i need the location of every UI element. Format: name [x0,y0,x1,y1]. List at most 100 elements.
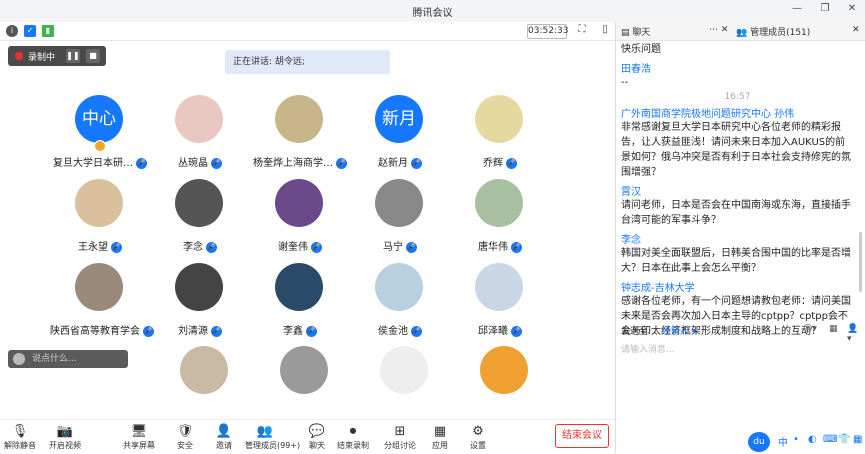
end-meeting-button[interactable]: 结束会议 [555,424,609,448]
toolbar-label: 结束录制 [337,441,369,450]
participant-tile[interactable]: 新月 赵新月 🎤 [350,95,450,175]
pause-recording-button[interactable]: ❚❚ [66,49,80,63]
window-title: 腾讯会议 [412,8,453,19]
participant-name: 复旦大学日本研… 🎤 [50,154,150,169]
chat-more-icon[interactable]: ⋯ ✕ [709,25,728,35]
participant-tile-partial[interactable] [255,346,355,419]
toolbar-button[interactable]: 🖥 共享屏幕 [119,424,159,451]
restore-icon[interactable]: ❐ [818,3,832,15]
toolbar-button[interactable]: ⏺ 结束录制 [333,424,373,451]
tab-members[interactable]: 👥 管理成员(151) [736,25,810,38]
participant-tile[interactable]: 邱泽曦 🎤 [450,263,550,343]
chat-scrollbar[interactable] [859,232,862,292]
message-sender[interactable]: 田春浩 [621,60,854,75]
info-icon[interactable]: i [6,25,18,37]
mic-icon: 🎤 [411,157,422,169]
mic-icon: 🎤 [511,325,522,337]
side-tabs: ▤ 聊天 ⋯ ✕ 👥 管理成员(151) ✕ [616,22,865,41]
participant-name-text: 杨奎烨上海商学… [253,158,333,169]
participant-tile[interactable]: 李鑫 🎤 [250,263,350,343]
send-to-select[interactable]: 所有人 ▾ [662,327,696,337]
participant-tile[interactable]: 丛琬晶 🎤 [150,95,250,175]
participant-tile[interactable]: 侯金池 🎤 [350,263,450,343]
ime-item-icon[interactable]: • [793,434,799,445]
toolbar-button[interactable]: ⊞ 分组讨论 [380,424,420,451]
toolbar-button[interactable]: 💬 聊天 [297,424,337,451]
toolbar-button[interactable]: 🎙 解除静音 [0,424,40,451]
toolbar-label: 解除静音 [4,441,36,450]
participant-name: 唐华伟 🎤 [450,238,550,253]
chat-input[interactable]: 请输入消息... [621,342,861,355]
participant-name: 李念 🎤 [150,238,250,253]
participant-tile[interactable]: 陕西省高等教育学会 🎤 [50,263,154,343]
layout-icon[interactable]: ▯ [598,24,612,36]
toolbar-button[interactable]: 👥 管理成员(99+) [245,424,300,451]
toolbar-icon: 🎙 [11,424,29,439]
ime-item-icon[interactable]: ◐ [808,434,817,445]
mic-icon: 🎤 [311,241,322,253]
ime-item-icon[interactable]: ▦ [853,434,862,445]
members-close-icon[interactable]: ✕ [852,25,860,35]
shield-icon[interactable]: ✓ [24,25,36,37]
toolbar-label: 安全 [177,441,193,450]
participant-tile[interactable]: 杨奎烨上海商学… 🎤 [250,95,350,175]
toolbar-button[interactable]: 🛡 安全 [165,424,205,451]
participant-tile[interactable]: 乔辉 🎤 [450,95,550,175]
mic-icon: 🎤 [136,157,147,169]
minimize-icon[interactable]: — [790,3,804,15]
participant-name: 陕西省高等教育学会 🎤 [50,322,154,337]
participant-tile[interactable]: 谢奎伟 🎤 [250,179,350,259]
meeting-timer: 03:52:33 [527,24,568,39]
ime-item-icon[interactable]: ⌨ [823,434,837,445]
toolbar-button[interactable]: ▦ 应用 [420,424,460,451]
message-sender[interactable]: 霄汉 [621,183,854,198]
video-gallery: 录制中 ❚❚ ■ 正在讲话: 胡令远; 中心 复旦大学日本研… 🎤 丛琬晶 🎤 杨奎烨上海… [0,41,615,419]
fullscreen-icon[interactable]: ⛶ [575,24,589,36]
mic-icon: 🎤 [111,241,122,253]
toolbar-label: 邀请 [216,441,232,450]
avatar [475,263,523,311]
participant-name: 丛琬晶 🎤 [150,154,250,169]
toolbar-button[interactable]: ⚙ 设置 [458,424,498,451]
ime-item-icon[interactable]: 中 [778,434,788,449]
participant-tile[interactable]: 唐华伟 🎤 [450,179,550,259]
toolbar-icon: 🖥 [130,424,148,439]
avatar: 新月 [375,95,423,143]
close-icon[interactable]: ✕ [845,3,859,15]
participant-tile-partial[interactable] [455,346,555,419]
participant-tile[interactable]: 李念 🎤 [150,179,250,259]
toolbar-button[interactable]: 📷 开启视频 [45,424,85,451]
message-sender[interactable]: 钟志成-吉林大学 [621,279,854,294]
participant-tile[interactable]: 中心 复旦大学日本研… 🎤 [50,95,150,175]
calendar-icon[interactable]: ▦ [829,324,838,334]
participant-tile[interactable]: 王永望 🎤 [50,179,150,259]
mic-icon: 🎤 [506,157,517,169]
participant-name-text: 李念 [183,242,203,253]
message-sender[interactable]: 广外南国商学院极地问题研究中心 孙伟 [621,105,854,120]
message-text: 请问老师，日本是否会在中国南海或东海，直接插手台湾可能的军事斗争？ [621,200,851,226]
participant-tile[interactable]: 马宁 🎤 [350,179,450,259]
ime-item-icon[interactable]: 👕 [838,434,850,445]
user-icon[interactable]: 👤▾ [847,324,861,344]
meeting-toolbar: 🎙 解除静音 📷 开启视频 🖥 共享屏幕 🛡 安全 👤 邀请 👥 管理成员(99+) 💬 聊天 ⏺ 结束录制 ⊞… [0,419,615,454]
participant-tile-partial[interactable] [155,346,255,419]
chat-overlay-input[interactable]: 说点什么... [8,350,128,368]
participant-name-text: 复旦大学日本研… [53,158,133,169]
message-sender[interactable]: 李念 [621,231,854,246]
ime-logo[interactable]: du [748,432,770,452]
participant-tile-partial[interactable] [355,346,455,419]
signal-icon[interactable]: ▮ [42,25,54,37]
message-text: -- [621,77,629,88]
ime-toolbar: du 中 • ◐ ⌨ 👕 ▦ [748,431,865,453]
toolbar-icon: 📷 [56,424,74,439]
stop-recording-button[interactable]: ■ [86,49,100,63]
tab-chat[interactable]: ▤ 聊天 [621,25,650,38]
participant-tile[interactable]: 刘清源 🎤 [150,263,250,343]
participant-name: 刘清源 🎤 [150,322,250,337]
avatar [375,263,423,311]
emoji-icon[interactable]: ☺▾ [803,324,817,334]
mic-icon: 🎤 [411,325,422,337]
participant-name: 马宁 🎤 [350,238,450,253]
record-icon [15,52,23,60]
toolbar-button[interactable]: 👤 邀请 [204,424,244,451]
